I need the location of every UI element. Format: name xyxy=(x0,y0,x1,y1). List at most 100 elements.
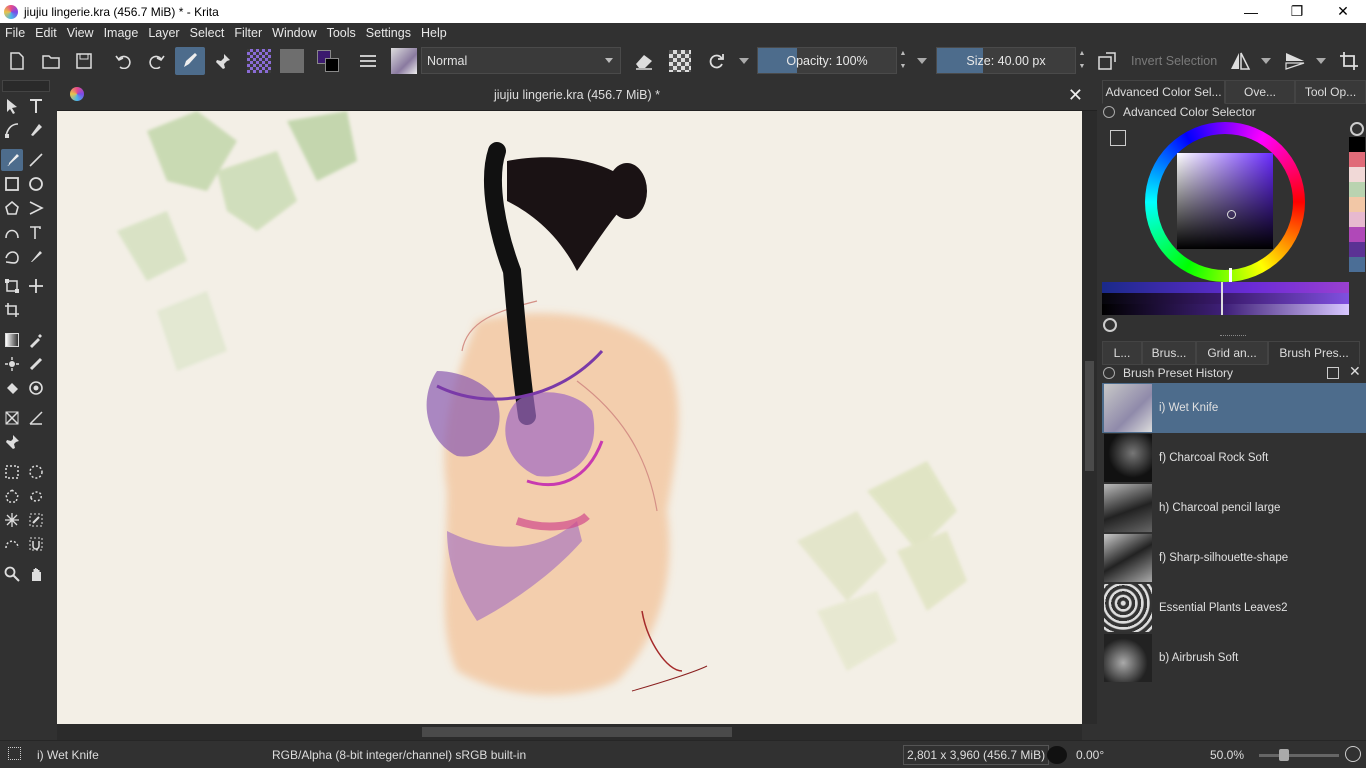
transform-tool-icon[interactable] xyxy=(1,275,23,297)
close-document-icon[interactable]: ✕ xyxy=(1068,85,1083,106)
rotation-icon[interactable] xyxy=(1047,746,1067,764)
painting-canvas[interactable] xyxy=(57,111,1082,724)
palette-swatch[interactable] xyxy=(1349,152,1365,167)
polygon-tool-icon[interactable] xyxy=(1,197,23,219)
restore-button[interactable]: ❐ xyxy=(1274,0,1320,23)
pattern-icon[interactable] xyxy=(246,47,272,75)
palette-swatch[interactable] xyxy=(1349,257,1365,272)
tab-advanced-color-selector[interactable]: Advanced Color Sel... xyxy=(1102,80,1225,104)
selection-status-icon[interactable] xyxy=(8,747,21,760)
similar-color-selection-tool-icon[interactable] xyxy=(25,509,47,531)
tab-grid[interactable]: Grid an... xyxy=(1196,341,1268,365)
preset-item[interactable]: f) Sharp-silhouette-shape xyxy=(1102,533,1366,583)
shade-ramp-3[interactable] xyxy=(1102,304,1349,315)
save-icon[interactable] xyxy=(73,47,95,75)
palette-swatch[interactable] xyxy=(1349,137,1365,152)
polyline-tool-icon[interactable] xyxy=(25,197,47,219)
saturation-value-square[interactable] xyxy=(1177,153,1273,249)
undo-icon[interactable] xyxy=(113,47,135,75)
status-rotation[interactable]: 0.00° xyxy=(1076,748,1104,762)
opacity-slider[interactable]: Opacity: 100% xyxy=(757,47,897,74)
menu-filter[interactable]: Filter xyxy=(229,26,267,40)
close-panel-icon[interactable]: ✕ xyxy=(1349,363,1361,380)
move-tool-icon[interactable] xyxy=(25,275,47,297)
reload-preset-icon[interactable] xyxy=(703,47,729,75)
preserve-alpha-icon[interactable] xyxy=(667,47,693,75)
menu-select[interactable]: Select xyxy=(185,26,230,40)
clear-history-icon[interactable] xyxy=(1350,122,1364,136)
float-panel-icon[interactable] xyxy=(1327,367,1339,379)
smart-patch-tool-icon[interactable] xyxy=(25,353,47,375)
preset-item[interactable]: h) Charcoal pencil large xyxy=(1102,483,1366,533)
status-zoom[interactable]: 50.0% xyxy=(1210,748,1244,762)
chevron-down-icon[interactable] xyxy=(1314,47,1328,75)
refresh-icon[interactable] xyxy=(1103,318,1117,332)
zoom-slider-handle[interactable] xyxy=(1279,749,1289,761)
settings-list-icon[interactable] xyxy=(1110,130,1126,146)
dock-splitter[interactable] xyxy=(1220,335,1246,338)
mirror-horizontal-icon[interactable] xyxy=(1228,47,1252,75)
fill-tool-icon[interactable] xyxy=(1,377,23,399)
size-slider[interactable]: Size: 40.00 px xyxy=(936,47,1076,74)
reference-images-tool-icon[interactable] xyxy=(1,431,23,453)
opacity-spinner[interactable]: ▲ ▼ xyxy=(897,47,909,74)
shade-ramp-1[interactable] xyxy=(1102,282,1349,293)
brush-editor-icon[interactable] xyxy=(175,47,205,75)
freehand-selection-tool-icon[interactable] xyxy=(25,485,47,507)
new-document-icon[interactable] xyxy=(6,47,28,75)
freehand-path-tool-icon[interactable] xyxy=(25,221,47,243)
menu-settings[interactable]: Settings xyxy=(361,26,416,40)
color-swatch-icon[interactable] xyxy=(313,47,343,75)
assistant-tool-icon[interactable] xyxy=(1,407,23,429)
menu-layer[interactable]: Layer xyxy=(143,26,184,40)
menu-tools[interactable]: Tools xyxy=(322,26,361,40)
invert-selection-button[interactable]: Invert Selection xyxy=(1131,54,1217,68)
menu-file[interactable]: File xyxy=(0,26,30,40)
zoom-slider[interactable] xyxy=(1259,754,1339,757)
current-brush-icon[interactable] xyxy=(390,47,418,75)
contiguous-selection-tool-icon[interactable] xyxy=(1,509,23,531)
mirror-vertical-icon[interactable] xyxy=(1283,47,1307,75)
crop-tool-icon[interactable] xyxy=(1,299,23,321)
minimize-button[interactable]: — xyxy=(1228,0,1274,23)
palette-swatch[interactable] xyxy=(1349,212,1365,227)
magnetic-selection-tool-icon[interactable] xyxy=(25,533,47,555)
menu-edit[interactable]: Edit xyxy=(30,26,62,40)
menu-window[interactable]: Window xyxy=(267,26,321,40)
status-colorspace[interactable]: RGB/Alpha (8-bit integer/channel) sRGB b… xyxy=(272,748,526,762)
rectangle-tool-icon[interactable] xyxy=(1,173,23,195)
rectangular-selection-tool-icon[interactable] xyxy=(1,461,23,483)
freehand-brush-tool-icon[interactable] xyxy=(1,149,23,171)
document-tab[interactable]: jiujiu lingerie.kra (456.7 MiB) * ✕ xyxy=(57,80,1097,111)
measure-tool-icon[interactable] xyxy=(25,407,47,429)
edit-shapes-tool-icon[interactable] xyxy=(1,119,23,141)
menu-help[interactable]: Help xyxy=(416,26,452,40)
colorize-mask-tool-icon[interactable] xyxy=(1,353,23,375)
palette-swatch[interactable] xyxy=(1349,167,1365,182)
text-tool-icon[interactable] xyxy=(25,95,47,117)
horizontal-scrollbar[interactable] xyxy=(57,724,1082,740)
preset-item[interactable]: f) Charcoal Rock Soft xyxy=(1102,433,1366,483)
tab-tool-options[interactable]: Tool Op... xyxy=(1295,80,1366,104)
close-window-button[interactable]: ✕ xyxy=(1320,0,1366,23)
calligraphy-tool-icon[interactable] xyxy=(25,119,47,141)
select-shapes-tool-icon[interactable] xyxy=(1,95,23,117)
polygonal-selection-tool-icon[interactable] xyxy=(1,485,23,507)
tab-brush-settings[interactable]: Brus... xyxy=(1142,341,1196,365)
menu-image[interactable]: Image xyxy=(99,26,144,40)
chevron-down-icon[interactable] xyxy=(915,47,929,75)
multibrush-tool-icon[interactable] xyxy=(25,245,47,267)
zoom-tool-icon[interactable] xyxy=(1,563,23,585)
palette-swatch[interactable] xyxy=(1349,227,1365,242)
bezier-curve-tool-icon[interactable] xyxy=(1,221,23,243)
crop-icon[interactable] xyxy=(1337,47,1361,75)
tab-brush-presets[interactable]: Brush Pres... xyxy=(1268,341,1360,365)
eraser-icon[interactable] xyxy=(631,47,657,75)
elliptical-selection-tool-icon[interactable] xyxy=(25,461,47,483)
chevron-down-icon[interactable] xyxy=(737,47,751,75)
blend-mode-select[interactable]: Normal xyxy=(421,47,621,74)
lock-icon[interactable] xyxy=(1103,367,1115,379)
palette-swatch[interactable] xyxy=(1349,182,1365,197)
vertical-scrollbar[interactable] xyxy=(1082,111,1097,724)
line-tool-icon[interactable] xyxy=(25,149,47,171)
